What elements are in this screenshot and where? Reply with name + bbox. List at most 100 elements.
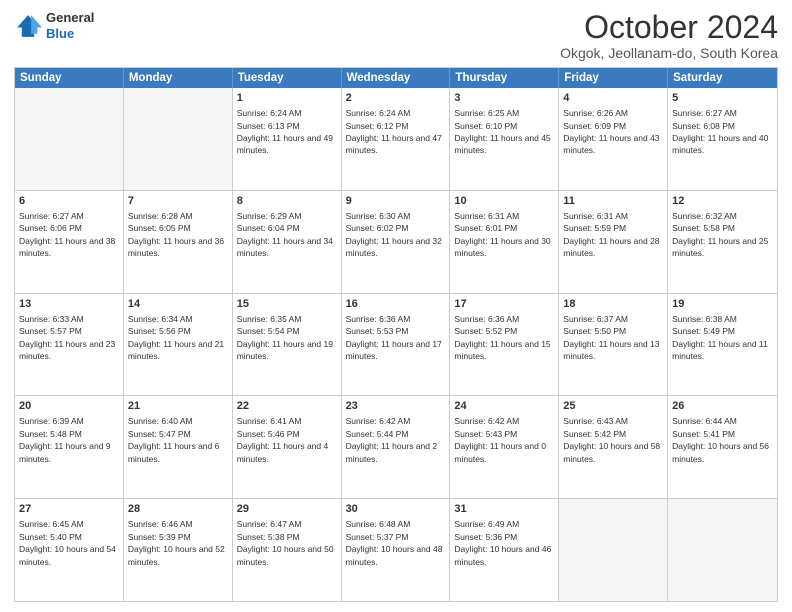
day-number: 2 [346, 91, 446, 106]
day-number: 15 [237, 297, 337, 312]
day-number: 7 [128, 194, 228, 209]
calendar-cell: 2 Sunrise: 6:24 AM Sunset: 6:12 PM Daylig… [342, 88, 451, 190]
day-number: 29 [237, 502, 337, 517]
weekday-header: Tuesday [233, 68, 342, 88]
calendar-row: 1 Sunrise: 6:24 AM Sunset: 6:13 PM Daylig… [15, 88, 777, 191]
calendar-cell: 28 Sunrise: 6:46 AM Sunset: 5:39 PM Dayli… [124, 499, 233, 601]
day-info: Sunrise: 6:32 AM Sunset: 5:58 PM Dayligh… [672, 211, 768, 258]
calendar-header: SundayMondayTuesdayWednesdayThursdayFrid… [15, 68, 777, 88]
logo: General Blue [14, 10, 94, 41]
day-info: Sunrise: 6:37 AM Sunset: 5:50 PM Dayligh… [563, 314, 659, 361]
calendar-cell: 17 Sunrise: 6:36 AM Sunset: 5:52 PM Dayli… [450, 294, 559, 396]
day-number: 24 [454, 399, 554, 414]
calendar-cell: 15 Sunrise: 6:35 AM Sunset: 5:54 PM Dayli… [233, 294, 342, 396]
calendar-cell: 8Sunrise: 6:29 AM Sunset: 6:04 PM Daylig… [233, 191, 342, 293]
day-info: Sunrise: 6:31 AM Sunset: 5:59 PM Dayligh… [563, 211, 659, 258]
day-info: Sunrise: 6:48 AM Sunset: 5:37 PM Dayligh… [346, 519, 443, 566]
logo-icon [14, 12, 42, 40]
calendar-cell: 4 Sunrise: 6:26 AM Sunset: 6:09 PM Daylig… [559, 88, 668, 190]
calendar-cell: 24 Sunrise: 6:42 AM Sunset: 5:43 PM Dayli… [450, 396, 559, 498]
calendar-cell: 31Sunrise: 6:49 AM Sunset: 5:36 PM Dayli… [450, 499, 559, 601]
day-info: Sunrise: 6:47 AM Sunset: 5:38 PM Dayligh… [237, 519, 334, 566]
weekday-header: Thursday [450, 68, 559, 88]
day-number: 10 [454, 194, 554, 209]
day-info: Sunrise: 6:25 AM Sunset: 6:10 PM Dayligh… [454, 108, 550, 155]
calendar-body: 1 Sunrise: 6:24 AM Sunset: 6:13 PM Daylig… [15, 88, 777, 601]
day-info: Sunrise: 6:40 AM Sunset: 5:47 PM Dayligh… [128, 416, 220, 463]
day-info: Sunrise: 6:41 AM Sunset: 5:46 PM Dayligh… [237, 416, 329, 463]
day-number: 14 [128, 297, 228, 312]
day-number: 3 [454, 91, 554, 106]
day-number: 26 [672, 399, 773, 414]
calendar: SundayMondayTuesdayWednesdayThursdayFrid… [14, 67, 778, 602]
title-block: October 2024 Okgok, Jeollanam-do, South … [560, 10, 778, 61]
weekday-header: Sunday [15, 68, 124, 88]
calendar-cell: 10Sunrise: 6:31 AM Sunset: 6:01 PM Dayli… [450, 191, 559, 293]
day-info: Sunrise: 6:38 AM Sunset: 5:49 PM Dayligh… [672, 314, 768, 361]
day-info: Sunrise: 6:43 AM Sunset: 5:42 PM Dayligh… [563, 416, 660, 463]
calendar-cell: 1 Sunrise: 6:24 AM Sunset: 6:13 PM Daylig… [233, 88, 342, 190]
day-number: 16 [346, 297, 446, 312]
location: Okgok, Jeollanam-do, South Korea [560, 45, 778, 61]
day-number: 11 [563, 194, 663, 209]
weekday-header: Monday [124, 68, 233, 88]
day-info: Sunrise: 6:30 AM Sunset: 6:02 PM Dayligh… [346, 211, 442, 258]
day-number: 23 [346, 399, 446, 414]
day-number: 4 [563, 91, 663, 106]
day-number: 28 [128, 502, 228, 517]
day-info: Sunrise: 6:36 AM Sunset: 5:52 PM Dayligh… [454, 314, 550, 361]
calendar-row: 27Sunrise: 6:45 AM Sunset: 5:40 PM Dayli… [15, 499, 777, 601]
day-number: 22 [237, 399, 337, 414]
day-info: Sunrise: 6:34 AM Sunset: 5:56 PM Dayligh… [128, 314, 224, 361]
day-info: Sunrise: 6:44 AM Sunset: 5:41 PM Dayligh… [672, 416, 769, 463]
day-number: 27 [19, 502, 119, 517]
calendar-row: 6Sunrise: 6:27 AM Sunset: 6:06 PM Daylig… [15, 191, 777, 294]
day-info: Sunrise: 6:26 AM Sunset: 6:09 PM Dayligh… [563, 108, 659, 155]
day-number: 12 [672, 194, 773, 209]
calendar-cell: 13Sunrise: 6:33 AM Sunset: 5:57 PM Dayli… [15, 294, 124, 396]
calendar-cell [124, 88, 233, 190]
calendar-cell: 21Sunrise: 6:40 AM Sunset: 5:47 PM Dayli… [124, 396, 233, 498]
calendar-cell: 6Sunrise: 6:27 AM Sunset: 6:06 PM Daylig… [15, 191, 124, 293]
day-number: 19 [672, 297, 773, 312]
day-number: 1 [237, 91, 337, 106]
day-info: Sunrise: 6:27 AM Sunset: 6:08 PM Dayligh… [672, 108, 768, 155]
day-info: Sunrise: 6:46 AM Sunset: 5:39 PM Dayligh… [128, 519, 225, 566]
day-number: 20 [19, 399, 119, 414]
day-info: Sunrise: 6:27 AM Sunset: 6:06 PM Dayligh… [19, 211, 115, 258]
header: General Blue October 2024 Okgok, Jeollan… [14, 10, 778, 61]
calendar-cell: 29 Sunrise: 6:47 AM Sunset: 5:38 PM Dayli… [233, 499, 342, 601]
calendar-cell: 12 Sunrise: 6:32 AM Sunset: 5:58 PM Dayli… [668, 191, 777, 293]
day-number: 5 [672, 91, 773, 106]
calendar-cell: 9Sunrise: 6:30 AM Sunset: 6:02 PM Daylig… [342, 191, 451, 293]
day-info: Sunrise: 6:35 AM Sunset: 5:54 PM Dayligh… [237, 314, 333, 361]
calendar-cell: 19 Sunrise: 6:38 AM Sunset: 5:49 PM Dayli… [668, 294, 777, 396]
calendar-cell [559, 499, 668, 601]
calendar-cell: 18Sunrise: 6:37 AM Sunset: 5:50 PM Dayli… [559, 294, 668, 396]
day-info: Sunrise: 6:24 AM Sunset: 6:13 PM Dayligh… [237, 108, 333, 155]
calendar-cell: 5 Sunrise: 6:27 AM Sunset: 6:08 PM Daylig… [668, 88, 777, 190]
page: General Blue October 2024 Okgok, Jeollan… [0, 0, 792, 612]
calendar-cell: 11 Sunrise: 6:31 AM Sunset: 5:59 PM Dayli… [559, 191, 668, 293]
day-info: Sunrise: 6:39 AM Sunset: 5:48 PM Dayligh… [19, 416, 111, 463]
day-info: Sunrise: 6:33 AM Sunset: 5:57 PM Dayligh… [19, 314, 115, 361]
day-info: Sunrise: 6:29 AM Sunset: 6:04 PM Dayligh… [237, 211, 333, 258]
day-info: Sunrise: 6:42 AM Sunset: 5:44 PM Dayligh… [346, 416, 438, 463]
weekday-header: Friday [559, 68, 668, 88]
day-info: Sunrise: 6:36 AM Sunset: 5:53 PM Dayligh… [346, 314, 442, 361]
logo-blue: Blue [46, 26, 94, 42]
day-info: Sunrise: 6:24 AM Sunset: 6:12 PM Dayligh… [346, 108, 442, 155]
calendar-row: 13Sunrise: 6:33 AM Sunset: 5:57 PM Dayli… [15, 294, 777, 397]
logo-general: General [46, 10, 94, 26]
calendar-cell: 20 Sunrise: 6:39 AM Sunset: 5:48 PM Dayli… [15, 396, 124, 498]
calendar-cell: 26 Sunrise: 6:44 AM Sunset: 5:41 PM Dayli… [668, 396, 777, 498]
logo-text: General Blue [46, 10, 94, 41]
calendar-cell [15, 88, 124, 190]
weekday-header: Saturday [668, 68, 777, 88]
day-info: Sunrise: 6:42 AM Sunset: 5:43 PM Dayligh… [454, 416, 546, 463]
day-number: 17 [454, 297, 554, 312]
day-number: 30 [346, 502, 446, 517]
day-number: 25 [563, 399, 663, 414]
calendar-cell: 7Sunrise: 6:28 AM Sunset: 6:05 PM Daylig… [124, 191, 233, 293]
day-info: Sunrise: 6:49 AM Sunset: 5:36 PM Dayligh… [454, 519, 551, 566]
